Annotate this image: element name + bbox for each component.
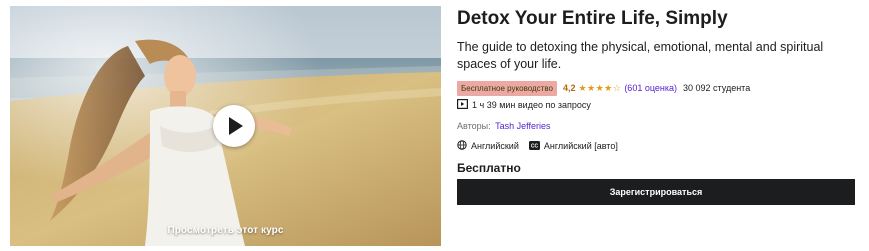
globe-icon [457,140,467,152]
language-text: Английский [471,141,519,151]
authors-row: Авторы: Tash Jefferies [457,121,857,131]
authors-label: Авторы: [457,121,491,131]
svg-text:CC: CC [531,143,539,149]
course-preview-video[interactable]: Просмотреть этот курс [10,6,441,246]
ratings-count-link[interactable]: (601 оценка) [624,83,677,93]
captions-text: Английский [авто] [543,141,618,151]
students-count: 30 092 студента [683,83,751,93]
language-item: Английский [457,140,519,152]
play-button[interactable] [213,105,255,147]
video-icon [457,99,469,111]
course-stats-row: Бесплатное руководство 4,2 ★★★★☆ (601 оц… [457,80,857,96]
play-icon [229,117,243,135]
course-price: Бесплатно [457,161,521,175]
video-duration-row: 1 ч 39 мин видео по запросу [457,98,857,112]
enroll-button[interactable]: Зарегистрироваться [457,179,855,205]
rating-value: 4,2 [562,83,576,93]
free-guide-badge: Бесплатное руководство [457,80,557,96]
author-link[interactable]: Tash Jefferies [495,121,550,131]
preview-course-label[interactable]: Просмотреть этот курс [10,225,441,236]
rating-stars-icon: ★★★★☆ [578,82,622,93]
course-title[interactable]: Detox Your Entire Life, Simply [457,8,857,30]
course-subtitle: The guide to detoxing the physical, emot… [457,40,824,71]
closed-captions-icon: CC [528,140,540,152]
course-info-panel: Detox Your Entire Life, Simply The guide… [457,8,857,205]
video-duration: 1 ч 39 мин видео по запросу [472,100,591,110]
captions-item: CC Английский [авто] [528,140,618,152]
language-row: Английский CC Английский [авто] [457,139,857,153]
